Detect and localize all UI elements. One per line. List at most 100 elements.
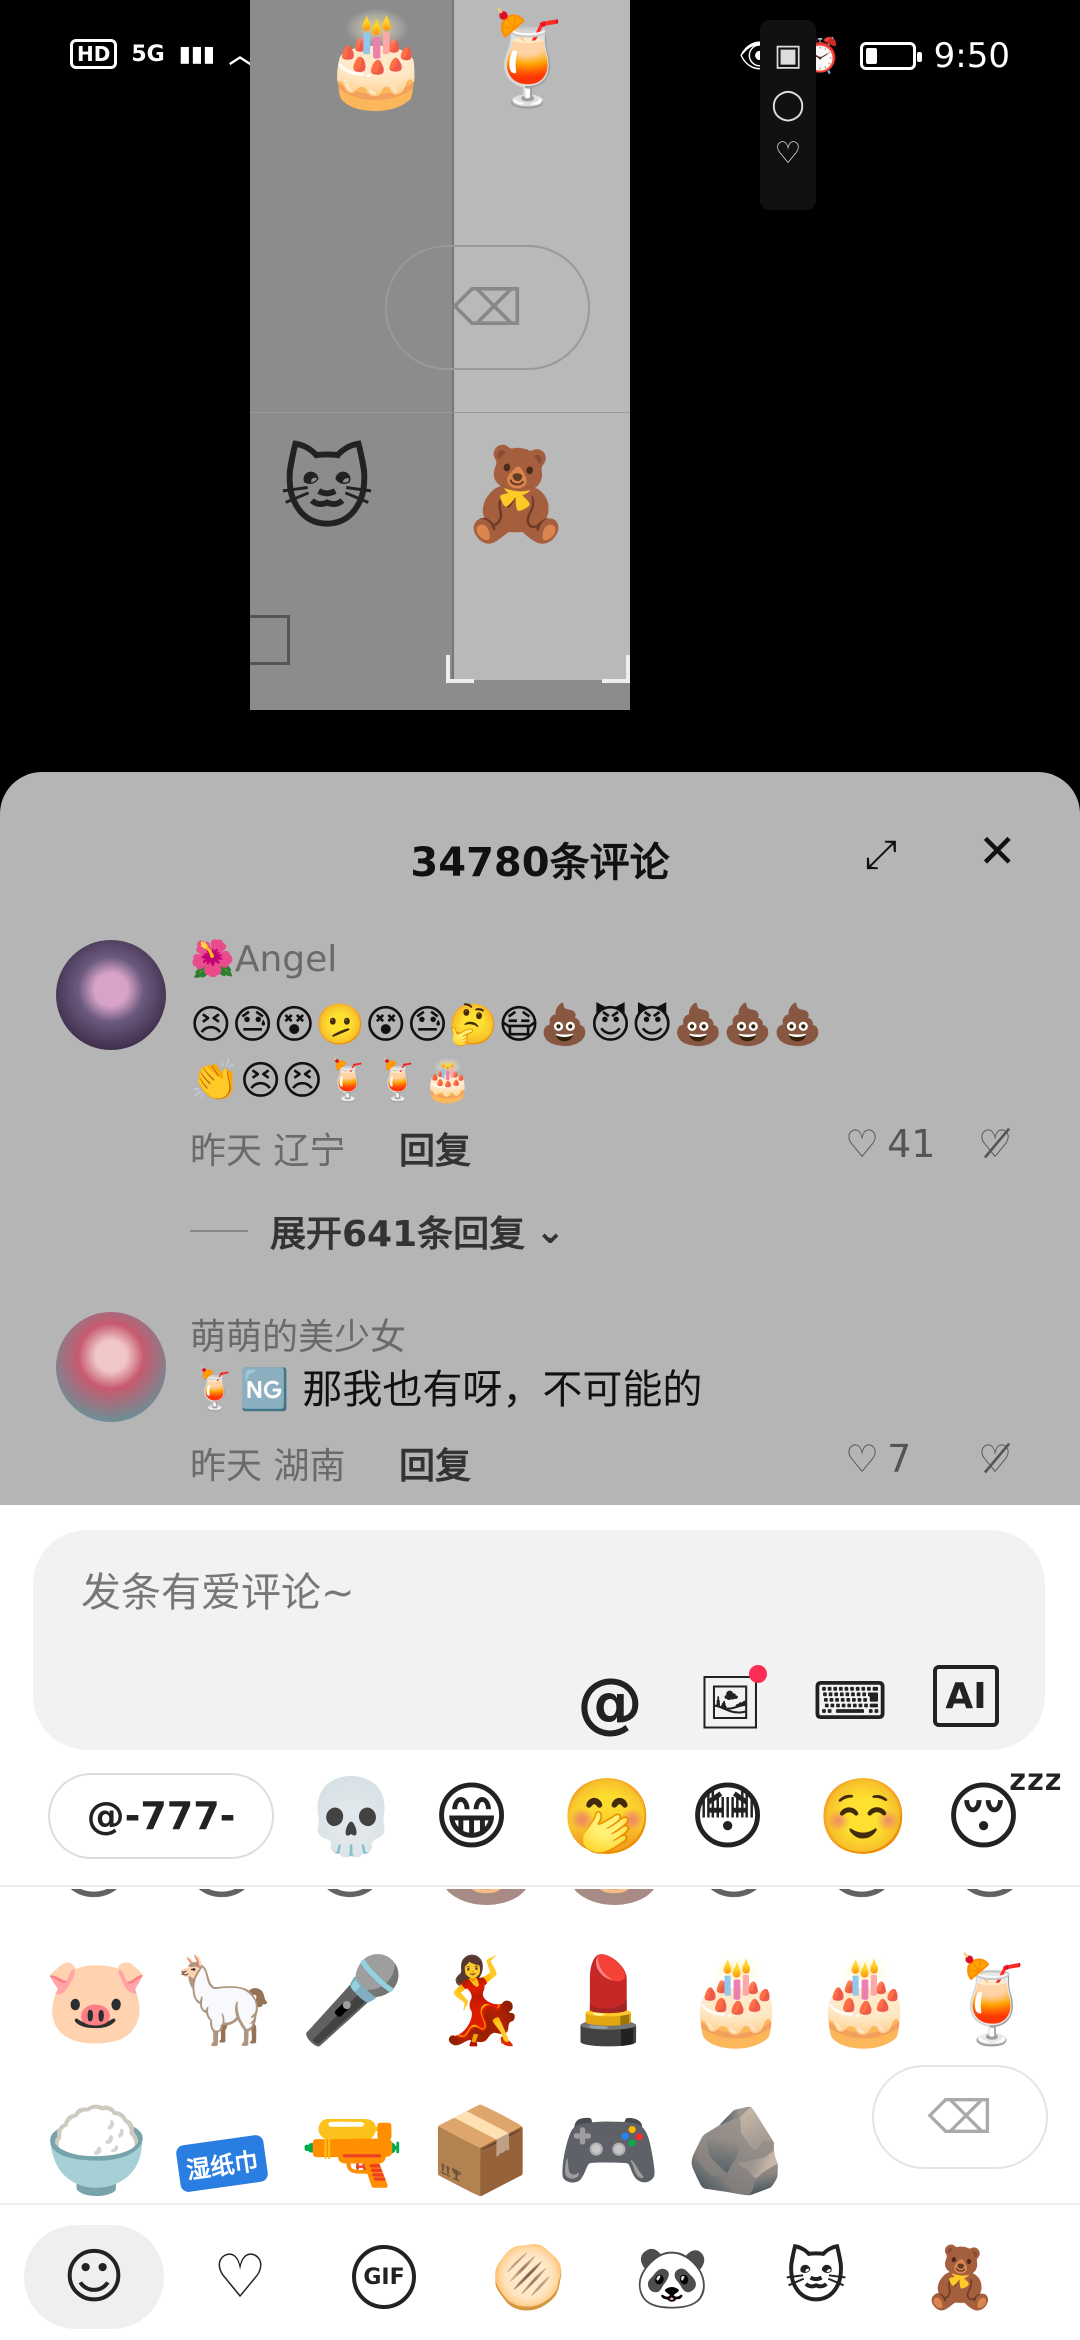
floating-controls: ▣ ◯ ♡: [760, 20, 816, 210]
reply-button[interactable]: 回复: [399, 1446, 471, 1487]
tab-sticker-pack[interactable]: 🧸: [890, 2225, 1030, 2329]
dislike-icon[interactable]: ♡̸: [978, 1437, 1012, 1481]
expand-replies-button[interactable]: 展开641条回复 ⌄: [190, 1205, 565, 1257]
wet-wipes-sticker[interactable]: 湿纸巾: [175, 2134, 269, 2193]
clock: 9:50: [933, 36, 1010, 76]
new-badge-dot: [749, 1665, 767, 1683]
circle-icon[interactable]: ◯: [771, 87, 805, 122]
heart-icon: ♡: [845, 1122, 880, 1166]
battery-fill: [865, 48, 877, 64]
preview-emoji-cat: 🐱: [280, 437, 374, 542]
comment-username[interactable]: 🌺Angel: [190, 938, 337, 980]
like-button[interactable]: ♡ 7: [845, 1437, 911, 1481]
signal-icon: ▮▮▮: [178, 41, 216, 67]
comment-location: 湖南: [273, 1446, 346, 1487]
comment-time: 昨天: [190, 1131, 263, 1172]
dislike-icon[interactable]: ♡̸: [978, 1122, 1012, 1166]
crop-corner-bl[interactable]: [446, 655, 474, 683]
expand-icon[interactable]: ⤢: [865, 832, 897, 878]
comment-text: 🍹🆖 那我也有呀，不可能的: [190, 1362, 1010, 1418]
panel-divider: [0, 1885, 1080, 1887]
quick-emoji[interactable]: 😴: [945, 1777, 1064, 1857]
wifi-icon: ︿: [229, 44, 252, 69]
heart-outline-icon[interactable]: ♡: [775, 136, 802, 171]
mention-chip[interactable]: @-777-: [48, 1773, 274, 1859]
preview-emoji-bear: 🧸: [460, 442, 573, 547]
heart-icon: ♡: [845, 1437, 880, 1481]
cat-sticker-icon: 🐱: [784, 2242, 848, 2312]
backspace-icon[interactable]: ⌫: [872, 2065, 1048, 2169]
comments-count-title: 34780条评论: [410, 840, 670, 886]
avatar[interactable]: [56, 1312, 166, 1422]
grid-emoji[interactable]: 🪨: [684, 2105, 789, 2195]
tab-gif[interactable]: GIF: [314, 2225, 454, 2329]
tab-sticker-pack[interactable]: 🫓: [458, 2225, 598, 2329]
quick-emoji[interactable]: 🤭: [561, 1777, 653, 1857]
divider-dash: [190, 1230, 248, 1232]
comment-input-panel: 发条有爱评论~ @ 🖼 ⌨ AI @-777- 💀 😁 🤭 😳 ☺️ 😴 😊 😊…: [0, 1505, 1080, 2340]
smiley-icon: ☺: [62, 2242, 126, 2312]
crop-corner-br[interactable]: [602, 655, 630, 683]
grid-emoji[interactable]: 💄: [556, 1955, 661, 2045]
comment-meta: 昨天 湖南 回复: [190, 1437, 471, 1489]
comment-location: 辽宁: [273, 1131, 346, 1172]
quick-emoji-row: @-777- 💀 😁 🤭 😳 ☺️ 😴: [0, 1765, 1080, 1870]
video-preview[interactable]: 🎂 🍹 ⌫ 🐱 🧸: [250, 0, 630, 710]
quick-emoji[interactable]: ☺️: [817, 1777, 909, 1857]
input-placeholder: 发条有爱评论~: [81, 1570, 355, 1616]
tab-sticker-pack[interactable]: 🐼: [602, 2225, 742, 2329]
panda-sticker-icon: 🐼: [634, 2242, 710, 2313]
grid-emoji[interactable]: 🦙: [172, 1955, 277, 2045]
preview-delete-icon: ⌫: [385, 245, 590, 370]
image-icon[interactable]: 🖼: [693, 1665, 767, 1739]
comment-time: 昨天: [190, 1446, 263, 1487]
comment-emoji-prefix: 🍹🆖: [190, 1367, 290, 1413]
quick-emoji[interactable]: 😳: [689, 1777, 766, 1857]
comment-input[interactable]: 发条有爱评论~ @ 🖼 ⌨ AI: [33, 1530, 1045, 1750]
tab-favorites[interactable]: ♡: [170, 2225, 310, 2329]
grid-emoji[interactable]: 📦: [428, 2105, 533, 2195]
grid-emoji[interactable]: 🎤: [300, 1955, 405, 2045]
close-icon[interactable]: ✕: [978, 824, 1017, 878]
like-button[interactable]: ♡ 41: [845, 1122, 935, 1166]
comment-meta: 昨天 辽宁 回复: [190, 1122, 471, 1174]
preview-emoji-drink: 🍹: [472, 7, 585, 112]
like-count: 7: [887, 1437, 912, 1481]
grid-emoji[interactable]: 💃: [428, 1955, 533, 2045]
gif-icon: GIF: [352, 2245, 416, 2309]
grid-emoji[interactable]: 🎂: [812, 1955, 917, 2045]
hd-badge: HD: [70, 39, 118, 69]
tab-sticker-pack[interactable]: 🐱: [746, 2225, 886, 2329]
grid-emoji[interactable]: 🐷: [44, 1955, 149, 2045]
window-icon[interactable]: ▣: [774, 38, 802, 73]
comment-text-line2: 👏😣😣🍹🍹🎂: [190, 1058, 473, 1104]
mention-at-icon[interactable]: @: [573, 1664, 647, 1741]
preview-frame-box: [250, 615, 290, 665]
grid-emoji[interactable]: 🎂: [684, 1955, 789, 2045]
battery-icon: [859, 42, 922, 70]
bun-sticker-icon: 🫓: [490, 2242, 566, 2313]
keyboard-icon[interactable]: ⌨: [812, 1665, 887, 1739]
grid-emoji[interactable]: 🍹: [940, 1955, 1045, 2045]
input-toolbar: @ 🖼 ⌨ AI: [573, 1664, 999, 1741]
quick-emoji[interactable]: 😁: [433, 1777, 510, 1857]
grid-emoji[interactable]: 🔫: [300, 2105, 405, 2195]
ai-icon[interactable]: AI: [933, 1665, 999, 1727]
avatar[interactable]: [56, 940, 166, 1050]
like-count: 41: [887, 1122, 936, 1166]
chevron-down-icon: ⌄: [535, 1210, 566, 1252]
reply-button[interactable]: 回复: [399, 1131, 471, 1172]
preview-divider: [250, 412, 630, 413]
expand-replies-label: 展开641条回复: [270, 1214, 526, 1255]
quick-emoji[interactable]: 💀: [305, 1777, 397, 1857]
emoji-tab-bar: ☺ ♡ GIF 🫓 🐼 🐱 🧸: [0, 2203, 1080, 2340]
comment-text-line1: 😣😓😵🫤😵😓🤔😷💩😈😈💩💩💩: [190, 1002, 823, 1048]
grid-emoji[interactable]: 🍚: [44, 2105, 149, 2195]
comment-username[interactable]: 萌萌的美少女: [190, 1308, 406, 1360]
network-type: 5G: [131, 41, 165, 67]
tab-emoji[interactable]: ☺: [24, 2225, 164, 2329]
grid-emoji[interactable]: 🎮: [556, 2105, 661, 2195]
preview-emoji-cake: 🎂: [320, 7, 433, 112]
heart-icon: ♡: [213, 2242, 267, 2312]
bear-sticker-icon: 🧸: [922, 2242, 998, 2313]
